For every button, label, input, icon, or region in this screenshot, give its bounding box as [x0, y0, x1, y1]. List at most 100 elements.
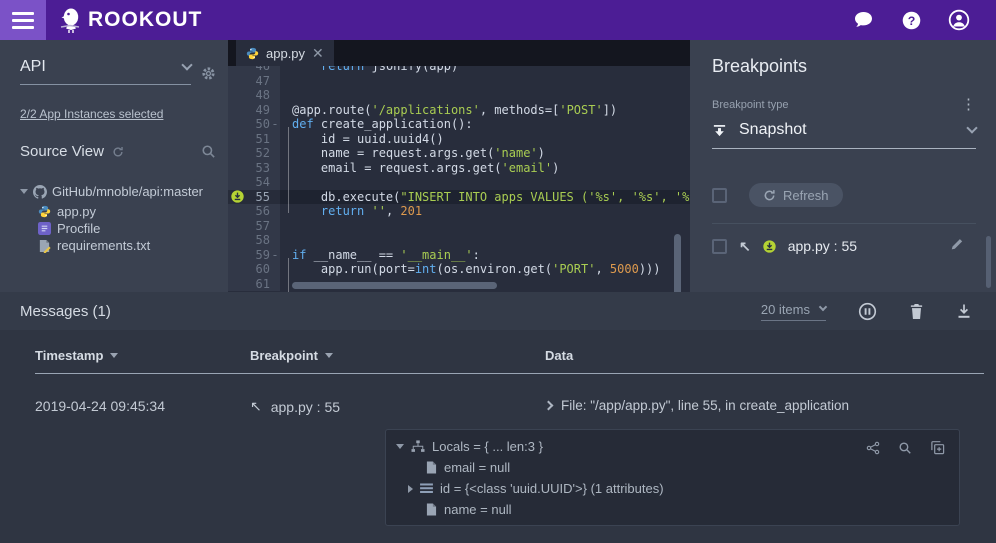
code-line[interactable]: 46 return jsonify(app) [228, 66, 690, 74]
copy-add-icon[interactable] [930, 440, 945, 455]
line-number-gutter[interactable]: 61 [228, 277, 280, 292]
code-line[interactable]: 54 [228, 175, 690, 190]
breakpoint-type-select[interactable]: Snapshot [712, 121, 976, 149]
arrow-up-left-icon: ↖ [739, 238, 751, 255]
python-icon [38, 205, 51, 218]
code-line[interactable]: 56 return '', 201 [228, 204, 690, 219]
column-label: Data [545, 348, 573, 363]
line-number-gutter[interactable]: 52 [228, 146, 280, 161]
line-number-gutter[interactable]: 55 [228, 190, 280, 205]
line-number-gutter[interactable]: 56 [228, 204, 280, 219]
doc-icon [426, 503, 437, 516]
logo-text: ROOKOUT [88, 8, 202, 32]
column-header-timestamp[interactable]: Timestamp [35, 348, 118, 363]
tree-file-Procfile[interactable]: Procfile [38, 220, 228, 237]
search-icon[interactable] [898, 441, 912, 455]
panel-scrollbar[interactable] [986, 236, 991, 288]
file-name: app.py [57, 204, 96, 219]
code-line[interactable]: 48 [228, 88, 690, 103]
caret-down-icon[interactable] [396, 444, 404, 449]
code-text: name = request.args.get('name') [280, 146, 545, 161]
chat-icon[interactable] [852, 9, 874, 31]
breakpoint-checkbox[interactable] [712, 239, 727, 254]
line-number-gutter[interactable]: 46 [228, 66, 280, 74]
line-number-gutter[interactable]: 49 [228, 103, 280, 118]
caret-right-icon[interactable] [408, 485, 413, 493]
code-line[interactable]: 49@app.route('/applications', methods=['… [228, 103, 690, 118]
breakpoint-icon[interactable] [231, 190, 244, 203]
code-line[interactable]: 52 name = request.args.get('name') [228, 146, 690, 161]
line-number: 47 [256, 74, 270, 89]
github-icon [33, 185, 47, 199]
expand-chevron-icon[interactable] [544, 401, 554, 411]
code-line[interactable]: 58 [228, 233, 690, 248]
tree-file-requirements.txt[interactable]: requirements.txt [38, 237, 228, 254]
line-number-gutter[interactable]: 51 [228, 132, 280, 147]
column-label: Breakpoint [250, 348, 318, 363]
fold-marker[interactable]: - [270, 117, 280, 132]
locals-inspector: Locals = { ... len:3 }email = nullid = {… [385, 429, 960, 526]
code-line[interactable]: 51 id = uuid.uuid4() [228, 132, 690, 147]
search-icon[interactable] [201, 144, 216, 159]
gear-icon[interactable] [201, 66, 216, 81]
pause-icon[interactable] [858, 302, 877, 321]
column-header-breakpoint[interactable]: Breakpoint [250, 348, 333, 363]
refresh-icon[interactable] [112, 146, 124, 158]
code-line[interactable]: 53 email = request.args.get('email') [228, 161, 690, 176]
locals-node[interactable]: name = null [396, 499, 949, 520]
refresh-button[interactable]: Refresh [749, 183, 843, 207]
line-number-gutter[interactable]: 53 [228, 161, 280, 176]
table-row[interactable]: 2019-04-24 09:45:34↖app.py : 55File: "/a… [0, 390, 996, 420]
repo-tree-root[interactable]: GitHub/mnoble/api:master [20, 184, 228, 199]
locals-node[interactable]: email = null [396, 457, 949, 478]
code-viewport[interactable]: 46 return jsonify(app)474849@app.route('… [228, 66, 690, 292]
close-icon[interactable]: ✕ [312, 46, 324, 60]
line-number: 56 [256, 204, 270, 219]
share-icon[interactable] [866, 441, 880, 455]
messages-title: Messages (1) [20, 303, 111, 320]
app-select-value: API [20, 58, 46, 76]
instances-link[interactable]: 2/2 App Instances selected [20, 107, 228, 121]
select-all-checkbox[interactable] [712, 188, 727, 203]
code-text: id = uuid.uuid4() [280, 132, 444, 147]
code-line[interactable]: 57 [228, 219, 690, 234]
line-number-gutter[interactable]: 60 [228, 262, 280, 277]
line-number-gutter[interactable]: 54 [228, 175, 280, 190]
profile-icon[interactable] [948, 9, 970, 31]
line-number: 49 [256, 103, 270, 118]
line-number-gutter[interactable]: 57 [228, 219, 280, 234]
code-line[interactable]: 50-def create_application(): [228, 117, 690, 132]
code-text: if __name__ == '__main__': [280, 248, 480, 263]
code-line[interactable]: 47 [228, 74, 690, 89]
data-text: File: "/app/app.py", line 55, in create_… [561, 398, 849, 413]
file-list: app.pyProcfilerequirements.txt [38, 203, 228, 254]
breakpoints-title: Breakpoints [712, 56, 976, 77]
menu-icon[interactable] [0, 0, 46, 40]
svg-text:?: ? [907, 13, 915, 27]
line-number-gutter[interactable]: 50- [228, 117, 280, 132]
page-size-select[interactable]: 20 items [761, 302, 826, 321]
editor-horizontal-scrollbar[interactable] [292, 282, 497, 289]
line-number-gutter[interactable]: 59- [228, 248, 280, 263]
code-line[interactable]: 55 db.execute("INSERT INTO apps VALUES (… [228, 190, 690, 205]
line-number-gutter[interactable]: 58 [228, 233, 280, 248]
column-header-data: Data [545, 348, 573, 363]
breakpoint-item[interactable]: ↖app.py : 55 [712, 224, 976, 268]
rookout-logo: ROOKOUT [58, 5, 202, 35]
editor-vertical-scrollbar[interactable] [674, 234, 681, 292]
locals-node[interactable]: id = {<class 'uuid.UUID'>} (1 attributes… [396, 478, 949, 499]
code-line[interactable]: 59-if __name__ == '__main__': [228, 248, 690, 263]
help-icon[interactable]: ? [900, 9, 922, 31]
code-line[interactable]: 60 app.run(port=int(os.environ.get('PORT… [228, 262, 690, 277]
pencil-icon[interactable] [950, 237, 964, 256]
line-number-gutter[interactable]: 47 [228, 74, 280, 89]
tree-file-app.py[interactable]: app.py [38, 203, 228, 220]
kebab-menu-icon[interactable]: ⋮ [961, 100, 976, 110]
tab-app-py[interactable]: app.py ✕ [236, 40, 334, 66]
fold-marker[interactable]: - [270, 248, 280, 263]
app-select[interactable]: API [20, 58, 191, 85]
trash-icon[interactable] [909, 303, 924, 320]
download-icon[interactable] [956, 303, 972, 319]
code-text [280, 277, 292, 292]
line-number-gutter[interactable]: 48 [228, 88, 280, 103]
